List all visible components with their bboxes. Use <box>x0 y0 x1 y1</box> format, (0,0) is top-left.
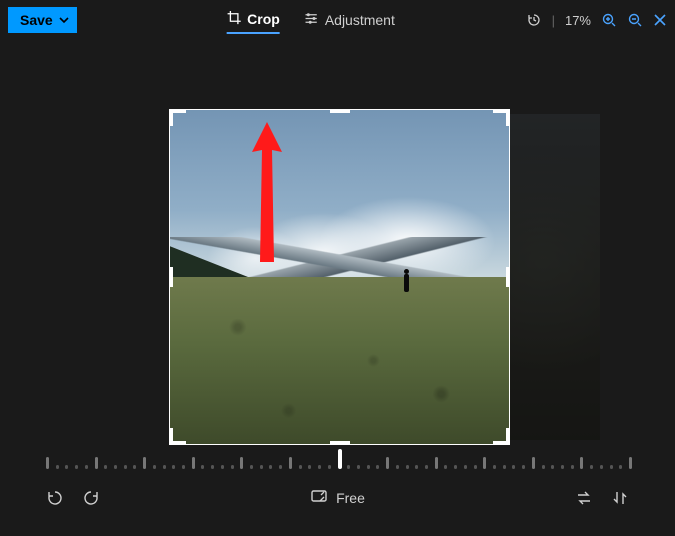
ruler-tick <box>493 465 496 469</box>
rotate-cw-button[interactable] <box>82 489 100 507</box>
crop-handle-bottom[interactable] <box>330 441 350 444</box>
ruler-tick <box>192 457 195 469</box>
ruler-tick <box>425 465 428 469</box>
tab-adjustment-label: Adjustment <box>325 12 395 28</box>
ruler-tick <box>279 465 282 469</box>
ruler-tick <box>561 465 564 469</box>
ruler-tick <box>163 465 166 469</box>
crop-handle-right[interactable] <box>506 267 509 287</box>
ruler-tick <box>56 465 59 469</box>
zoom-percent: 17% <box>565 13 591 28</box>
ruler-tick <box>211 465 214 469</box>
ruler-tick <box>571 465 574 469</box>
ruler-tick <box>551 465 554 469</box>
ruler-tick <box>512 465 515 469</box>
tab-crop-label: Crop <box>247 11 280 27</box>
ruler-tick <box>415 465 418 469</box>
ruler-tick <box>338 449 342 469</box>
ruler-tick <box>386 457 389 469</box>
ruler-tick <box>260 465 263 469</box>
canvas-area <box>0 40 675 420</box>
top-toolbar: Save Crop Adjustment | 17% <box>0 0 675 40</box>
image-overflow <box>505 114 600 440</box>
ruler-tick <box>172 465 175 469</box>
crop-icon <box>226 10 241 28</box>
ruler-tick <box>474 465 477 469</box>
ruler-tick <box>522 465 525 469</box>
ruler-tick <box>221 465 224 469</box>
crop-handle-top[interactable] <box>330 110 350 113</box>
save-button[interactable]: Save <box>8 7 77 33</box>
ruler-tick <box>65 465 68 469</box>
ruler-tick <box>46 457 49 469</box>
ruler-tick <box>600 465 603 469</box>
ruler-tick <box>299 465 302 469</box>
save-label: Save <box>20 12 53 28</box>
crop-handle-tr[interactable] <box>493 110 509 126</box>
rotate-ccw-button[interactable] <box>46 489 64 507</box>
crop-handle-tl[interactable] <box>170 110 186 126</box>
ruler-tick <box>590 465 593 469</box>
ruler-tick <box>406 465 409 469</box>
ruler-tick <box>231 465 234 469</box>
ruler-tick <box>250 465 253 469</box>
crop-frame[interactable] <box>170 110 509 444</box>
ruler-tick <box>133 465 136 469</box>
ruler-tick <box>153 465 156 469</box>
zoom-out-button[interactable] <box>627 12 643 28</box>
crop-handle-left[interactable] <box>170 267 173 287</box>
sliders-icon <box>304 11 319 29</box>
ruler-tick <box>124 465 127 469</box>
ruler-tick <box>240 457 243 469</box>
ruler-tick <box>269 465 272 469</box>
aspect-ratio-label: Free <box>336 490 365 506</box>
ruler-tick <box>143 457 146 469</box>
ruler-tick <box>444 465 447 469</box>
ruler-tick <box>201 465 204 469</box>
ruler-tick <box>619 465 622 469</box>
crop-handle-bl[interactable] <box>170 428 186 444</box>
ruler-tick <box>308 465 311 469</box>
ruler-tick <box>104 465 107 469</box>
close-button[interactable] <box>653 13 667 27</box>
ruler-tick <box>435 457 438 469</box>
tab-crop[interactable]: Crop <box>226 6 280 34</box>
ruler-tick <box>580 457 583 469</box>
ruler-tick <box>328 465 331 469</box>
separator: | <box>552 13 555 28</box>
crop-handle-br[interactable] <box>493 428 509 444</box>
ruler-tick <box>464 465 467 469</box>
ruler-tick <box>503 465 506 469</box>
aspect-ratio-button[interactable]: Free <box>310 487 365 508</box>
ruler-tick <box>95 457 98 469</box>
chevron-down-icon <box>59 12 69 28</box>
history-button[interactable] <box>526 12 542 28</box>
ruler-tick <box>85 465 88 469</box>
ruler-tick <box>182 465 185 469</box>
ruler-tick <box>532 457 535 469</box>
ruler-tick <box>376 465 379 469</box>
ruler-tick <box>483 457 486 469</box>
ruler-tick <box>347 465 350 469</box>
ruler-tick <box>610 465 613 469</box>
tab-adjustment[interactable]: Adjustment <box>304 6 395 34</box>
flip-horizontal-button[interactable] <box>575 489 593 507</box>
ruler-tick <box>629 457 632 469</box>
ruler-tick <box>357 465 360 469</box>
bottom-toolbar: Free <box>0 479 675 508</box>
tab-group: Crop Adjustment <box>226 6 395 34</box>
aspect-ratio-icon <box>310 487 328 508</box>
ruler-tick <box>454 465 457 469</box>
rotation-ruler[interactable] <box>46 449 629 479</box>
right-tools: | 17% <box>526 12 667 28</box>
ruler-tick <box>396 465 399 469</box>
ruler-tick <box>114 465 117 469</box>
ruler-tick <box>367 465 370 469</box>
zoom-in-button[interactable] <box>601 12 617 28</box>
ruler-tick <box>75 465 78 469</box>
ruler-tick <box>542 465 545 469</box>
ruler-tick <box>289 457 292 469</box>
ruler-tick <box>318 465 321 469</box>
flip-vertical-button[interactable] <box>611 489 629 507</box>
